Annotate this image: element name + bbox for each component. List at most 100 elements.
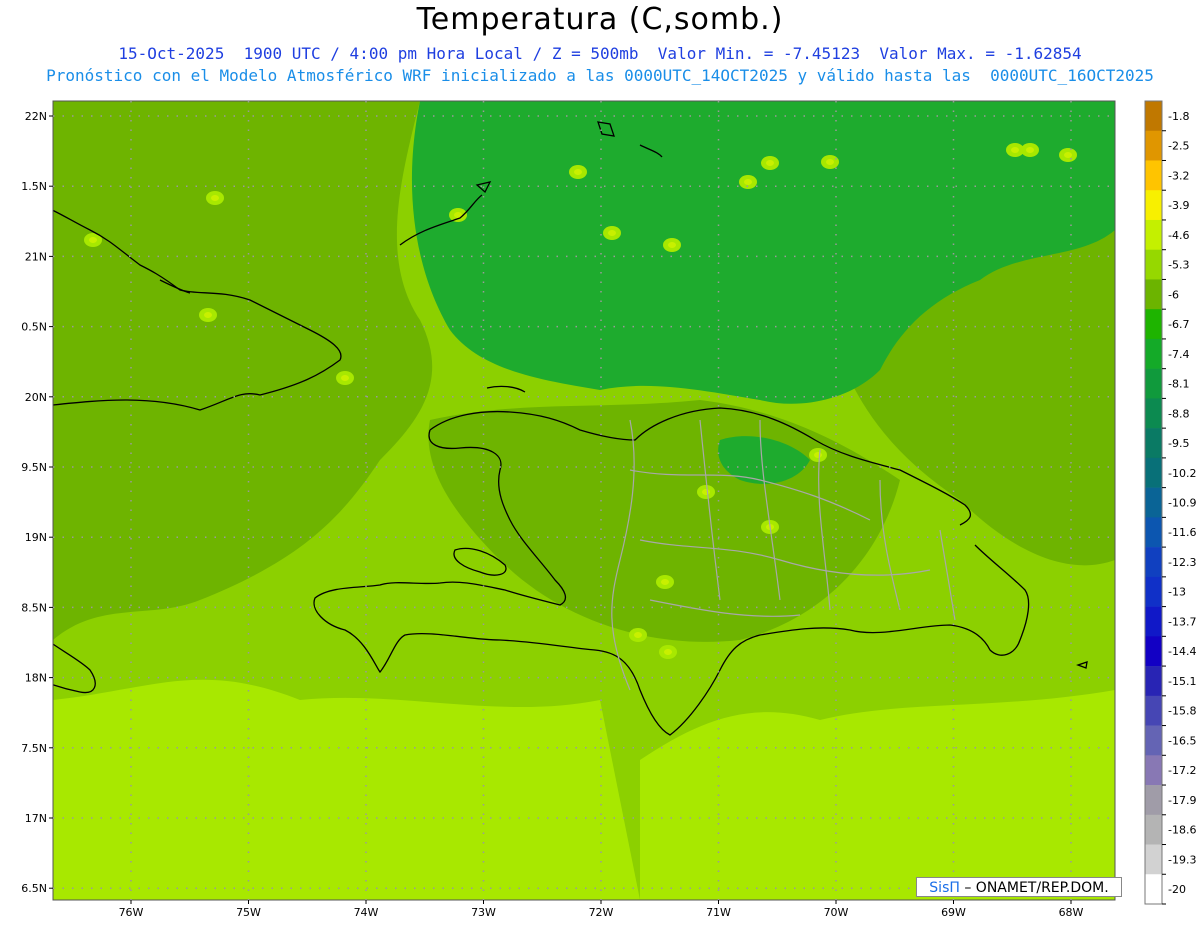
- legend-label: -13: [1168, 586, 1186, 599]
- legend-swatch: [1145, 874, 1162, 905]
- legend-swatch: [1145, 785, 1162, 816]
- legend-label: -8.8: [1168, 407, 1189, 420]
- legend-swatch: [1145, 695, 1162, 726]
- legend-swatch: [1145, 844, 1162, 875]
- lon-label: 74W: [354, 906, 379, 919]
- legend-label: -7.4: [1168, 348, 1189, 361]
- warm-spot-core: [574, 169, 582, 175]
- lat-label: 20N: [25, 391, 47, 404]
- legend-label: -17.2: [1168, 764, 1196, 777]
- lat-label: 17N: [25, 812, 47, 825]
- lon-label: 68W: [1059, 906, 1084, 919]
- legend-swatch: [1145, 190, 1162, 221]
- lon-label: 71W: [706, 906, 731, 919]
- warm-spot-core: [744, 179, 752, 185]
- warm-spot-core: [702, 489, 710, 495]
- legend-swatch: [1145, 368, 1162, 399]
- warm-spot-core: [634, 632, 642, 638]
- legend-label: -1.8: [1168, 110, 1189, 123]
- warm-spot-core: [1064, 152, 1072, 158]
- legend-swatch: [1145, 160, 1162, 191]
- legend-swatch: [1145, 666, 1162, 697]
- warm-spot-core: [341, 375, 349, 381]
- legend-swatch: [1145, 576, 1162, 607]
- field-light-south: [53, 679, 640, 900]
- legend-label: -2.5: [1168, 140, 1189, 153]
- legend-label: -10.9: [1168, 497, 1196, 510]
- legend-label: -9.5: [1168, 437, 1189, 450]
- legend-label: -3.2: [1168, 169, 1189, 182]
- legend-label: -20: [1168, 883, 1186, 896]
- legend-swatch: [1145, 219, 1162, 251]
- legend-label: -13.7: [1168, 615, 1196, 628]
- warm-spot-core: [608, 230, 616, 236]
- legend-swatch: [1145, 755, 1162, 786]
- lon-label: 69W: [941, 906, 966, 919]
- warm-spot-core: [1011, 147, 1019, 153]
- lon-label: 76W: [119, 906, 144, 919]
- legend-label: -18.6: [1168, 824, 1196, 837]
- legend-swatch: [1145, 398, 1162, 429]
- legend-swatch: [1145, 309, 1162, 340]
- legend-swatch: [1145, 487, 1162, 518]
- lat-label: 21N: [25, 250, 47, 263]
- lat-label: 18N: [25, 672, 47, 685]
- warm-spot-core: [814, 452, 822, 458]
- legend-label: -3.9: [1168, 199, 1189, 212]
- legend-swatch: [1145, 517, 1162, 548]
- lat-label: 0.5N: [21, 321, 47, 334]
- warm-spot-core: [89, 237, 97, 243]
- sispi-logo-text: SisΠ: [929, 880, 960, 896]
- legend-label: -15.1: [1168, 675, 1196, 688]
- temperature-map: 22N 1.5N 21N 0.5N 20N 9.5N 19N 8.5N 18N 7.5N 17N 6.…: [21, 100, 1196, 919]
- legend-label: -16.5: [1168, 734, 1196, 747]
- lat-label: 19N: [25, 531, 47, 544]
- lon-label: 75W: [236, 906, 261, 919]
- legend-swatch: [1145, 725, 1162, 756]
- warm-spot-core: [766, 160, 774, 166]
- legend-swatch: [1145, 249, 1162, 280]
- warm-spot-core: [661, 579, 669, 585]
- legend-label: -6: [1168, 288, 1179, 301]
- legend-swatch: [1145, 130, 1162, 161]
- legend-swatch: [1145, 338, 1162, 369]
- lon-label: 72W: [589, 906, 614, 919]
- lat-label: 6.5N: [21, 882, 47, 895]
- legend-swatch: [1145, 457, 1162, 488]
- lon-label: 70W: [824, 906, 849, 919]
- legend-label: -17.9: [1168, 794, 1196, 807]
- legend-label: -15.8: [1168, 705, 1196, 718]
- warm-spot-core: [668, 242, 676, 248]
- color-legend: -1.8 -2.5 -3.2 -3.9 -4.6 -5.3 -6 -6.7 -7.4 -8.1 -8…: [1144, 100, 1196, 905]
- lat-label: 7.5N: [21, 742, 47, 755]
- legend-swatch: [1145, 428, 1162, 459]
- latitude-labels: 22N 1.5N 21N 0.5N 20N 9.5N 19N 8.5N 18N 7.5N 17N 6.…: [21, 110, 47, 895]
- legend-label: -12.3: [1168, 556, 1196, 569]
- credit-org: – ONAMET/REP.DOM.: [964, 880, 1109, 896]
- lat-label: 8.5N: [21, 601, 47, 614]
- lon-label: 73W: [471, 906, 496, 919]
- legend-label: -5.3: [1168, 259, 1189, 272]
- legend-label: -6.7: [1168, 318, 1189, 331]
- legend-label: -4.6: [1168, 229, 1189, 242]
- warm-spot-core: [1026, 147, 1034, 153]
- lat-label: 1.5N: [21, 180, 47, 193]
- legend-swatch: [1145, 606, 1162, 637]
- legend-label: -14.4: [1168, 645, 1196, 658]
- legend-label: -8.1: [1168, 378, 1189, 391]
- lat-label: 22N: [25, 110, 47, 123]
- warm-spot-core: [664, 649, 672, 655]
- credit-box: SisΠ – ONAMET/REP.DOM.: [916, 877, 1122, 897]
- longitude-labels: 76W 75W 74W 73W 72W 71W 70W 69W 68W: [119, 906, 1084, 919]
- legend-swatch: [1145, 636, 1162, 667]
- legend-swatch: [1145, 814, 1162, 845]
- legend-label: -10.2: [1168, 467, 1196, 480]
- legend-label: -11.6: [1168, 526, 1196, 539]
- warm-spot-core: [211, 195, 219, 201]
- warm-spot-core: [204, 312, 212, 318]
- warm-spot-core: [826, 159, 834, 165]
- legend-label: -19.3: [1168, 853, 1196, 866]
- legend-swatch: [1145, 279, 1162, 310]
- lat-label: 9.5N: [21, 461, 47, 474]
- legend-swatch: [1145, 547, 1162, 578]
